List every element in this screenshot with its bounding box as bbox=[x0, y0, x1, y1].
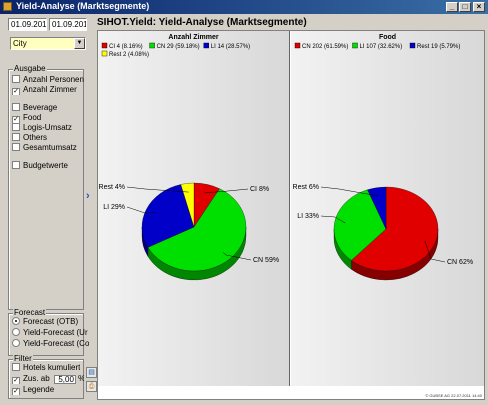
segment-select[interactable]: City ▼ bbox=[10, 37, 86, 50]
refresh-icon[interactable]: ▤ bbox=[86, 367, 97, 378]
checkbox-box[interactable] bbox=[12, 143, 20, 151]
radio-yield-forecast-co[interactable]: Yield-Forecast (Co bbox=[12, 339, 89, 349]
check-icon[interactable]: ✓ bbox=[12, 88, 20, 95]
panel-splitter[interactable]: › ▤ ⎙ bbox=[84, 14, 97, 401]
checkbox-label: Logis-Umsatz bbox=[23, 123, 72, 132]
checkbox-beverage[interactable]: Beverage bbox=[12, 103, 57, 113]
pie-chart-anzahl-zimmer: Anzahl Zimmer CI 4 (8.16%) CN 29 (59.18%) L… bbox=[99, 34, 279, 281]
radio-icon[interactable] bbox=[12, 328, 20, 336]
checkbox-label: Food bbox=[23, 113, 42, 122]
window-title: Yield-Analyse (Marktsegmente) bbox=[16, 1, 150, 11]
checkbox-anzahl-personen[interactable]: Anzahl Personen bbox=[12, 75, 84, 85]
pie-label: LI 29% bbox=[103, 204, 125, 211]
footer-stamp: © GUBSE AG 22.07.2011 14:40 bbox=[425, 393, 482, 398]
segment-select-value: City bbox=[13, 39, 27, 48]
checkbox-box[interactable] bbox=[12, 363, 20, 371]
check-icon[interactable]: ✓ bbox=[12, 377, 20, 384]
maximize-button[interactable]: □ bbox=[459, 2, 471, 12]
close-button[interactable]: × bbox=[473, 2, 485, 12]
radio-label: Forecast (OTB) bbox=[23, 317, 79, 326]
ausgabe-group: Ausgabe Anzahl Personen ✓ Anzahl Zimmer B… bbox=[8, 64, 84, 310]
legend-swatch bbox=[101, 50, 108, 57]
legend-entry: LI 14 (28.57%) bbox=[211, 44, 250, 50]
legend-entry: CI 4 (8.16%) bbox=[109, 44, 143, 50]
checkbox-box[interactable] bbox=[12, 75, 20, 83]
checkbox-label: Others bbox=[23, 133, 48, 142]
collapse-arrow-icon[interactable]: › bbox=[86, 190, 90, 202]
checkbox-box[interactable] bbox=[12, 133, 20, 141]
minimize-button[interactable]: _ bbox=[446, 2, 458, 12]
checkbox-box[interactable] bbox=[12, 123, 20, 131]
legend-swatch bbox=[352, 42, 358, 49]
radio-selected-icon[interactable] bbox=[12, 317, 20, 325]
checkbox-label: Gesamtumsatz bbox=[23, 143, 77, 152]
pie-label: Rest 4% bbox=[99, 184, 125, 191]
app-icon bbox=[3, 2, 12, 11]
window-titlebar: Yield-Analyse (Marktsegmente) _ □ × bbox=[0, 0, 488, 14]
chart-title: Food bbox=[379, 34, 396, 41]
checkbox-box[interactable] bbox=[12, 103, 20, 111]
report-title: SIHOT.Yield: Yield-Analyse (Marktsegment… bbox=[97, 17, 307, 28]
legend-swatch bbox=[294, 42, 301, 49]
checkbox-box[interactable] bbox=[12, 161, 20, 169]
chart-title: Anzahl Zimmer bbox=[168, 34, 218, 41]
date-from-field[interactable]: 01.09.2011 bbox=[8, 18, 47, 31]
checkbox-label: Anzahl Zimmer bbox=[23, 85, 77, 94]
check-icon[interactable]: ✓ bbox=[12, 388, 20, 395]
legend-swatch bbox=[101, 42, 108, 49]
pie-label: LI 33% bbox=[297, 213, 319, 220]
forecast-title: Forecast bbox=[13, 308, 47, 317]
legend-entry: Rest 2 (4.08%) bbox=[109, 52, 149, 58]
filter-title: Filter bbox=[13, 354, 33, 363]
radio-yield-forecast-ur[interactable]: Yield-Forecast (Ur bbox=[12, 328, 88, 338]
filter-group: Filter Hotels kumuliert ✓Zus. ab 5,00 % … bbox=[8, 354, 84, 399]
checkbox-label: Hotels kumuliert bbox=[23, 363, 81, 372]
checkbox-others[interactable]: Others bbox=[12, 133, 47, 143]
legend-swatch bbox=[203, 42, 210, 49]
options-panel: 01.09.2011 01.09.2011 City ▼ Ausgabe Anz… bbox=[5, 14, 89, 401]
checkbox-food[interactable]: ✓ Food bbox=[12, 113, 41, 123]
radio-icon[interactable] bbox=[12, 339, 20, 347]
chart-panel-1: Anzahl Zimmer CI 4 (8.16%) CN 29 (59.18%) L… bbox=[98, 31, 290, 386]
checkbox-label: Beverage bbox=[23, 103, 58, 112]
checkbox-label: Zus. ab bbox=[23, 374, 50, 383]
check-icon[interactable]: ✓ bbox=[12, 116, 20, 123]
pie-label: CN 59% bbox=[253, 257, 279, 264]
date-to-field[interactable]: 01.09.2011 bbox=[49, 18, 87, 31]
radio-label: Yield-Forecast (Co bbox=[23, 339, 90, 348]
checkbox-label: Anzahl Personen bbox=[23, 75, 84, 84]
legend-swatch bbox=[409, 42, 416, 49]
ausgabe-title: Ausgabe bbox=[13, 64, 47, 73]
print-icon[interactable]: ⎙ bbox=[86, 381, 97, 392]
legend-entry: LI 107 (32.62%) bbox=[360, 44, 403, 50]
chart-container: Anzahl Zimmer CI 4 (8.16%) CN 29 (59.18%) L… bbox=[97, 30, 485, 400]
pie-chart-food: Food CN 202 (61.59%) LI 107 (32.62%) Rest 1… bbox=[293, 34, 473, 281]
pie-label: CI 8% bbox=[250, 186, 269, 193]
checkbox-gesamtumsatz[interactable]: Gesamtumsatz bbox=[12, 143, 77, 153]
legend-swatch bbox=[149, 42, 155, 49]
radio-forecast-otb[interactable]: Forecast (OTB) bbox=[12, 317, 78, 327]
checkbox-zus-ab[interactable]: ✓Zus. ab 5,00 % bbox=[12, 374, 84, 384]
legend-entry: CN 29 (59.18%) bbox=[157, 44, 200, 50]
chart-panel-2: Food CN 202 (61.59%) LI 107 (32.62%) Rest 1… bbox=[291, 31, 484, 386]
radio-label: Yield-Forecast (Ur bbox=[23, 328, 88, 337]
checkbox-hotels-kumuliert[interactable]: Hotels kumuliert bbox=[12, 363, 80, 373]
pie-label: CN 62% bbox=[447, 259, 473, 266]
chart-area: SIHOT.Yield: Yield-Analyse (Marktsegment… bbox=[97, 14, 485, 401]
legend-entry: Rest 19 (5.79%) bbox=[417, 44, 460, 50]
checkbox-budgetwerte[interactable]: Budgetwerte bbox=[12, 161, 68, 171]
checkbox-anzahl-zimmer[interactable]: ✓ Anzahl Zimmer bbox=[12, 85, 77, 95]
checkbox-label: Legende bbox=[23, 385, 55, 394]
forecast-group: Forecast Forecast (OTB) Yield-Forecast (… bbox=[8, 308, 89, 356]
legend-entry: CN 202 (61.59%) bbox=[302, 44, 348, 50]
checkbox-label: Budgetwerte bbox=[23, 161, 68, 170]
checkbox-legende[interactable]: ✓ Legende bbox=[12, 385, 54, 395]
zus-ab-percent-input[interactable]: 5,00 bbox=[53, 375, 76, 384]
checkbox-logis-umsatz[interactable]: Logis-Umsatz bbox=[12, 123, 72, 133]
pie-label: Rest 6% bbox=[293, 184, 319, 191]
